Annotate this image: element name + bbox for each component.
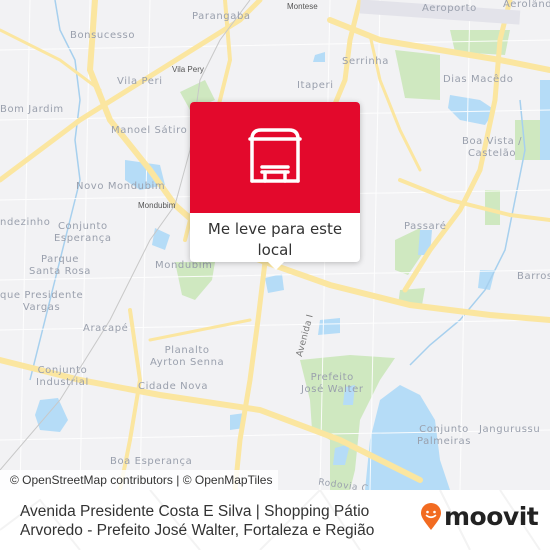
map-label-parque-santa-rosa: Parque Santa Rosa — [29, 254, 91, 278]
popup-header — [190, 102, 360, 213]
map-label-jangurussu: Jangurussu — [479, 424, 541, 435]
map-label-conjunto-palmeiras-line1: Conjunto — [419, 424, 469, 435]
map-label-conjunto-palmeiras-line2: Palmeiras — [417, 436, 472, 447]
map-label-parque-presidente-vargas-line1: que Presidente — [0, 290, 84, 301]
map-label-boa-esperanca: Boa Esperança — [110, 456, 193, 467]
map-label-parque-presidente-vargas-line2: Vargas — [22, 302, 61, 313]
map-label-canindezinho: ndezinho — [0, 217, 51, 228]
map-label-manoel-satiro: Manoel Sátiro — [111, 125, 188, 136]
map-label-parque-santa-rosa-line1: Parque — [40, 254, 80, 265]
map-label-serrinha: Serrinha — [342, 56, 389, 67]
map-label-conjunto-esperanca: Conjunto Esperança — [54, 221, 112, 245]
map-label-conjunto-industrial: Conjunto Industrial — [36, 365, 89, 389]
map-label-parangaba: Parangaba — [192, 11, 251, 22]
map-label-prefeito-jose-walter: Prefeito José Walter — [301, 372, 364, 396]
map-attribution[interactable]: © OpenStreetMap contributors | © OpenMap… — [0, 470, 279, 490]
map-label-mondubim-station: Mondubim — [138, 201, 176, 210]
bus-stop-icon — [248, 128, 302, 183]
map-label-planalto-line2: Ayrton Senna — [150, 357, 225, 368]
moovit-pin-icon — [421, 503, 441, 530]
map-label-boa-vista-line1: Boa Vista / — [462, 136, 523, 147]
map-label-prefeito-line2: José Walter — [301, 384, 364, 395]
location-popup[interactable]: Me leve para este local — [190, 102, 360, 270]
map-label-planalto-line1: Planalto — [164, 345, 210, 356]
map-label-conjunto-industrial-line2: Industrial — [36, 377, 89, 388]
popup-pointer — [268, 262, 284, 270]
map-label-passare: Passaré — [404, 221, 447, 232]
map-label-conjunto-esperanca-line1: Conjunto — [57, 221, 108, 232]
map-label-parque-santa-rosa-line2: Santa Rosa — [29, 266, 91, 277]
footer: Avenida Presidente Costa E Silva | Shopp… — [0, 490, 550, 550]
map-label-conjunto-palmeiras: Conjunto Palmeiras — [417, 424, 471, 448]
map-label-novo-mondubim: Novo Mondubim — [76, 181, 166, 192]
map-label-conjunto-esperanca-line2: Esperança — [54, 233, 112, 244]
map-label-planalto-ayrton-senna: Planalto Ayrton Senna — [150, 345, 224, 369]
map-label-aracape: Aracapé — [83, 323, 129, 334]
map-label-vila-pery: Vila Pery — [172, 65, 204, 74]
map-label-cidade-nova: Cidade Nova — [138, 381, 209, 392]
map-label-aeroporto: Aeroporto — [422, 3, 477, 14]
stop-title: Avenida Presidente Costa E Silva | Shopp… — [20, 503, 375, 539]
map-label-vila-peri: Vila Peri — [117, 76, 163, 87]
map-label-bonsucesso: Bonsucesso — [70, 30, 136, 41]
map[interactable]: Parangaba Montese Aeroporto Aerolândia B… — [0, 0, 550, 490]
map-label-itaperi: Itaperi — [297, 80, 334, 91]
map-label-barroso: Barros — [517, 271, 550, 282]
map-label-dias-macedo: Dias Macêdo — [443, 74, 514, 85]
map-label-parque-presidente-vargas: que Presidente Vargas — [0, 290, 83, 314]
map-label-prefeito-line1: Prefeito — [310, 372, 354, 383]
map-label-aerolandia: Aerolândia — [503, 0, 550, 10]
map-label-conjunto-industrial-line1: Conjunto — [37, 365, 88, 376]
moovit-wordmark: moovit — [444, 502, 539, 531]
moovit-logo[interactable]: moovit — [420, 502, 539, 532]
take-me-here-button[interactable]: Me leve para este local — [190, 213, 360, 261]
map-label-montese: Montese — [287, 2, 318, 11]
map-label-boa-vista-line2: Castelão — [467, 148, 517, 159]
map-label-bom-jardim: Bom Jardim — [0, 104, 64, 115]
map-label-boa-vista: Boa Vista / Castelão — [462, 136, 522, 160]
